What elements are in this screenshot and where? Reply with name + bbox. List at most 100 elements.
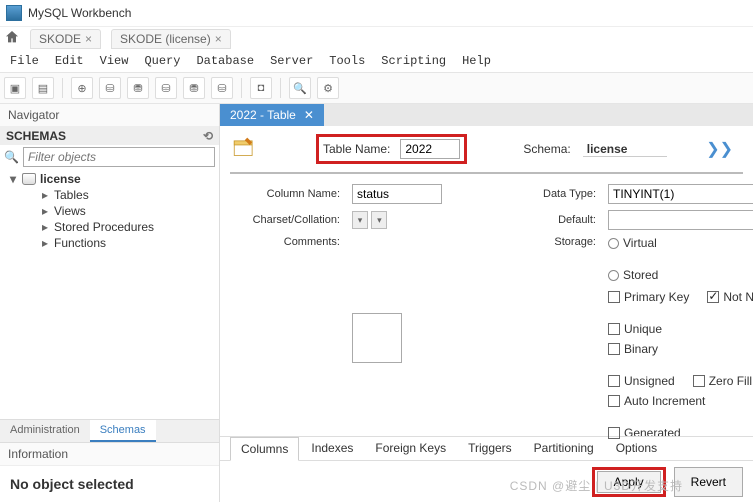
tool-open-sql-icon[interactable]: ▤ bbox=[32, 77, 54, 99]
editor-tab-table[interactable]: 2022 - Table ✕ bbox=[220, 104, 324, 126]
information-body: No object selected bbox=[0, 466, 219, 502]
tool-db-icon[interactable]: ⛁ bbox=[99, 77, 121, 99]
comments-input[interactable] bbox=[352, 313, 402, 363]
table-name-highlight: Table Name: bbox=[316, 134, 467, 164]
menu-database[interactable]: Database bbox=[190, 52, 260, 70]
expand-icon[interactable]: ▸ bbox=[40, 220, 50, 234]
table-editor-tabs: Columns Indexes Foreign Keys Triggers Pa… bbox=[220, 436, 753, 461]
default-input[interactable] bbox=[608, 210, 753, 230]
navigator-tabs: Administration Schemas bbox=[0, 419, 219, 442]
chk-binary[interactable]: Binary bbox=[608, 342, 658, 356]
label: Stored Procedures bbox=[54, 220, 154, 234]
chk-unsigned[interactable]: Unsigned bbox=[608, 374, 675, 388]
tab-columns[interactable]: Columns bbox=[230, 437, 299, 461]
schemas-header: SCHEMAS ⟲ bbox=[0, 127, 219, 145]
watermark: CSDN @避尘 | U3D开发支持 bbox=[510, 477, 683, 494]
divider bbox=[62, 78, 63, 98]
schema-name: license bbox=[40, 172, 81, 186]
tab-foreign-keys[interactable]: Foreign Keys bbox=[365, 437, 456, 460]
datatype-input[interactable] bbox=[608, 184, 753, 204]
tool-db3-icon[interactable]: ⛁ bbox=[155, 77, 177, 99]
divider bbox=[280, 78, 281, 98]
tool-settings-icon[interactable]: ⚙ bbox=[317, 77, 339, 99]
expand-icon[interactable]: ▾ bbox=[8, 172, 18, 186]
tool-search-icon[interactable]: 🔍 bbox=[289, 77, 311, 99]
navigator-title: Navigator bbox=[0, 104, 219, 127]
tab-partitioning[interactable]: Partitioning bbox=[524, 437, 604, 460]
column-detail: Column Name: Data Type: Charset/Collatio… bbox=[220, 174, 753, 440]
tab-options[interactable]: Options bbox=[606, 437, 667, 460]
default-label: Default: bbox=[520, 214, 600, 226]
schema-label: Schema: bbox=[523, 142, 574, 156]
refresh-icon[interactable]: ⟲ bbox=[203, 129, 213, 143]
tab-label: 2022 - Table bbox=[230, 108, 296, 122]
chk-unique[interactable]: Unique bbox=[608, 322, 662, 336]
label: Views bbox=[54, 204, 86, 218]
charset-dropdown[interactable]: ▾ bbox=[352, 211, 368, 229]
schema-item-license[interactable]: ▾ license bbox=[0, 171, 219, 187]
menu-file[interactable]: File bbox=[4, 52, 45, 70]
tree-item-stored-procedures[interactable]: ▸ Stored Procedures bbox=[0, 219, 219, 235]
home-icon[interactable] bbox=[4, 29, 20, 48]
revert-button[interactable]: Revert bbox=[674, 467, 743, 497]
close-icon[interactable]: × bbox=[85, 32, 92, 46]
comments-label: Comments: bbox=[234, 236, 344, 248]
tab-skode[interactable]: SKODE × bbox=[30, 29, 101, 49]
tool-db5-icon[interactable]: ⛁ bbox=[211, 77, 233, 99]
colname-input[interactable] bbox=[352, 184, 442, 204]
expand-icon[interactable]: ▸ bbox=[40, 188, 50, 202]
database-icon bbox=[22, 173, 36, 185]
titlebar: MySQL Workbench bbox=[0, 0, 753, 26]
tab-triggers[interactable]: Triggers bbox=[458, 437, 522, 460]
tab-schemas[interactable]: Schemas bbox=[90, 420, 156, 442]
menu-edit[interactable]: Edit bbox=[49, 52, 90, 70]
storage-label: Storage: bbox=[520, 236, 600, 248]
app-title: MySQL Workbench bbox=[28, 6, 131, 20]
tab-indexes[interactable]: Indexes bbox=[301, 437, 363, 460]
chk-not-null[interactable]: Not Null bbox=[707, 290, 753, 304]
tab-administration[interactable]: Administration bbox=[0, 420, 90, 442]
tree-item-tables[interactable]: ▸ Tables bbox=[0, 187, 219, 203]
filter-input[interactable] bbox=[23, 147, 215, 167]
menu-view[interactable]: View bbox=[94, 52, 135, 70]
expand-icon[interactable]: ▸ bbox=[40, 204, 50, 218]
collation-dropdown[interactable]: ▾ bbox=[371, 211, 387, 229]
tool-db4-icon[interactable]: ⛃ bbox=[183, 77, 205, 99]
menu-server[interactable]: Server bbox=[264, 52, 319, 70]
table-icon bbox=[230, 135, 258, 163]
radio-virtual[interactable]: Virtual bbox=[608, 236, 657, 250]
expand-icon[interactable]: ▸ bbox=[40, 236, 50, 250]
schemas-label: SCHEMAS bbox=[6, 129, 66, 143]
tool-db2-icon[interactable]: ⛃ bbox=[127, 77, 149, 99]
tool-stop-icon[interactable]: ◘ bbox=[250, 77, 272, 99]
search-icon[interactable]: 🔍 bbox=[4, 150, 19, 164]
tool-new-sql-icon[interactable]: ▣ bbox=[4, 77, 26, 99]
tab-label: SKODE bbox=[39, 32, 81, 46]
table-header: Table Name: Schema: license ❯❯ bbox=[220, 126, 753, 172]
table-name-input[interactable] bbox=[400, 139, 460, 159]
app-icon bbox=[6, 5, 22, 21]
tree-item-views[interactable]: ▸ Views bbox=[0, 203, 219, 219]
connection-tabs: SKODE × SKODE (license) × bbox=[0, 26, 753, 50]
chk-zero-fill[interactable]: Zero Fill bbox=[693, 374, 752, 388]
radio-stored[interactable]: Stored bbox=[608, 268, 658, 282]
menu-tools[interactable]: Tools bbox=[323, 52, 371, 70]
label: Tables bbox=[54, 188, 89, 202]
tool-new-tab-icon[interactable]: ⊕ bbox=[71, 77, 93, 99]
tab-skode-license[interactable]: SKODE (license) × bbox=[111, 29, 231, 49]
menu-help[interactable]: Help bbox=[456, 52, 497, 70]
close-icon[interactable]: ✕ bbox=[304, 108, 314, 122]
chk-auto-increment[interactable]: Auto Increment bbox=[608, 394, 705, 408]
menu-scripting[interactable]: Scripting bbox=[375, 52, 452, 70]
menu-query[interactable]: Query bbox=[138, 52, 186, 70]
chk-primary-key[interactable]: Primary Key bbox=[608, 290, 689, 304]
tab-label: SKODE (license) bbox=[120, 32, 211, 46]
tree-item-functions[interactable]: ▸Functions bbox=[0, 235, 219, 251]
schema-tree: ▾ license ▸ Tables ▸ Views ▸ Stored Procedu… bbox=[0, 169, 219, 419]
charset-label: Charset/Collation: bbox=[234, 214, 344, 226]
editor-panel: 2022 - Table ✕ Table Name: Schema: licen… bbox=[220, 104, 753, 502]
menubar: File Edit View Query Database Server Too… bbox=[0, 50, 753, 72]
close-icon[interactable]: × bbox=[215, 32, 222, 46]
collapse-icon[interactable]: ❯❯ bbox=[706, 139, 733, 159]
main: Navigator SCHEMAS ⟲ 🔍 ▾ license ▸ Tables … bbox=[0, 104, 753, 502]
